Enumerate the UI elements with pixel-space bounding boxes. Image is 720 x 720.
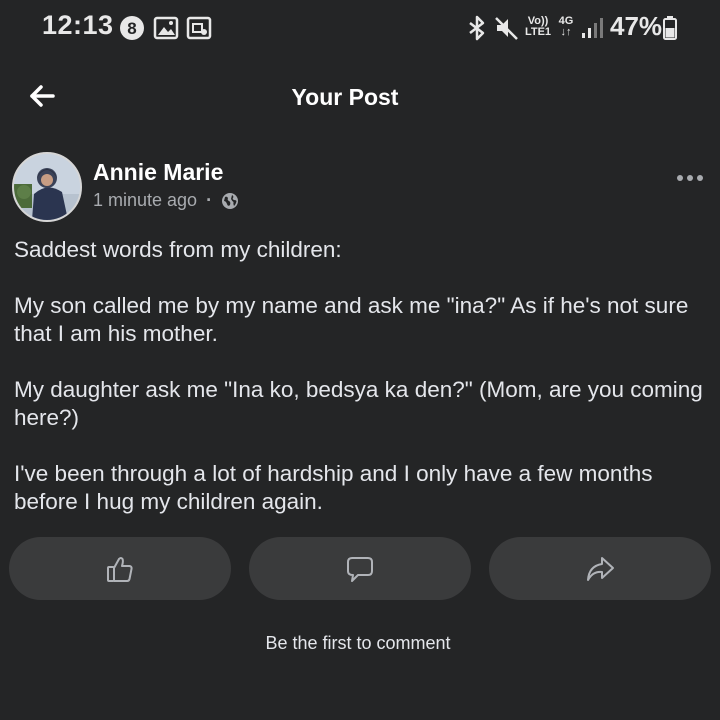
page-title: Your Post <box>291 84 399 110</box>
post-paragraph: My son called me by my name and ask me "… <box>14 293 689 346</box>
battery-icon <box>663 16 677 40</box>
battery-percentage: 47% <box>610 11 663 41</box>
comment-button[interactable] <box>249 537 471 600</box>
bluetooth-icon <box>469 15 485 41</box>
notification-badge-icon: 8 <box>120 16 144 40</box>
volte-indicator: Vo)) LTE1 <box>524 15 552 38</box>
post-meta: 1 minute ago · <box>93 190 239 211</box>
empty-comments-text: Be the first to comment <box>265 633 451 653</box>
meta-separator: · <box>206 190 213 210</box>
network-4g-indicator: 4G ↓↑ <box>558 15 574 38</box>
gallery-icon <box>153 16 179 40</box>
more-options-button[interactable] <box>672 168 708 188</box>
share-icon <box>587 556 614 581</box>
svg-text:8: 8 <box>127 19 136 38</box>
post-paragraph: Saddest words from my children: <box>14 237 342 262</box>
status-time: 12:13 <box>42 10 114 40</box>
author-name[interactable]: Annie Marie <box>93 159 223 186</box>
post-paragraph: I've been through a lot of hardship and … <box>14 461 653 514</box>
like-button[interactable] <box>9 537 231 600</box>
more-dots-icon <box>677 175 703 181</box>
comment-icon <box>347 556 373 582</box>
globe-icon <box>222 192 239 209</box>
screenshot-icon <box>186 16 212 40</box>
signal-icon <box>582 18 603 38</box>
profile-photo <box>14 154 80 220</box>
mute-icon <box>495 17 518 40</box>
thumbs-up-icon <box>107 556 133 582</box>
post-body: Saddest words from my children: My son c… <box>14 236 706 544</box>
post-paragraph: My daughter ask me "Ina ko, bedsya ka de… <box>14 377 703 430</box>
post-timestamp[interactable]: 1 minute ago <box>93 190 197 211</box>
status-bar: 12:13 8 Vo)) LTE1 4G ↓↑ 47% <box>0 0 720 56</box>
share-button[interactable] <box>489 537 711 600</box>
avatar[interactable] <box>12 152 82 222</box>
